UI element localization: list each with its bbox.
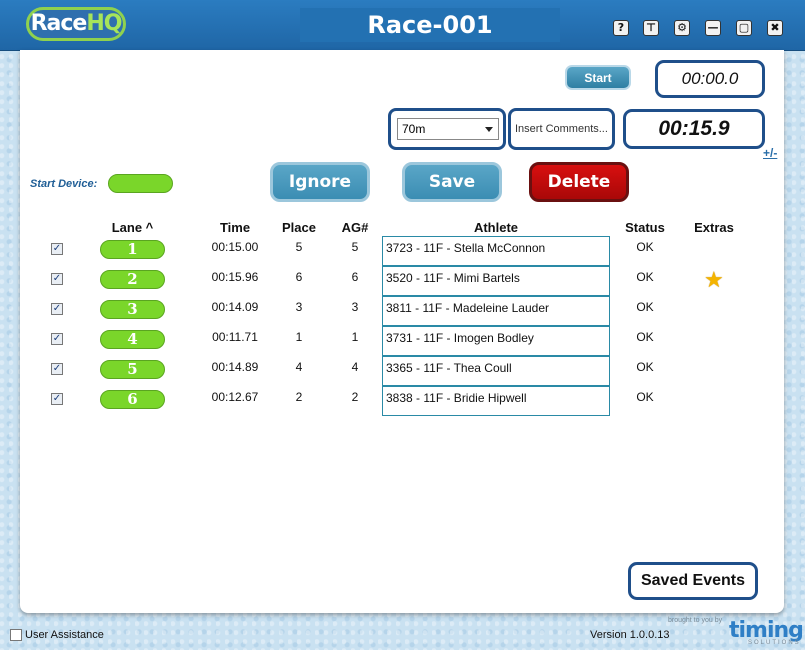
time-cell: 00:14.89 bbox=[211, 360, 259, 374]
column-header-extras: Extras bbox=[694, 220, 734, 235]
column-header-athlete: Athlete bbox=[473, 220, 519, 235]
gear-icon[interactable]: ⚙ bbox=[674, 20, 690, 36]
status-cell: OK bbox=[636, 270, 654, 284]
lane-badge: 3 bbox=[100, 300, 165, 319]
time-cell: 00:14.09 bbox=[211, 300, 259, 314]
distance-select[interactable]: 70m bbox=[397, 118, 499, 140]
race-timer: 00:00.0 bbox=[655, 60, 765, 98]
brought-by-label: brought to you by bbox=[668, 617, 723, 624]
ag-cell: 1 bbox=[351, 330, 359, 344]
athlete-field[interactable]: 3365 - 11F - Thea Coull bbox=[382, 356, 610, 386]
table-row: ✓ 3 00:14.09 3 3 3811 - 11F - Madeleine … bbox=[0, 296, 805, 326]
help-icon[interactable]: ? bbox=[613, 20, 629, 36]
status-cell: OK bbox=[636, 390, 654, 404]
distance-selected-value: 70m bbox=[402, 122, 426, 136]
chevron-down-icon bbox=[485, 127, 493, 132]
place-cell: 4 bbox=[295, 360, 303, 374]
time-cell: 00:11.71 bbox=[212, 330, 258, 344]
logo-race-text: Race bbox=[30, 11, 88, 36]
user-assistance-checkbox[interactable] bbox=[10, 629, 22, 641]
ag-cell: 3 bbox=[351, 300, 359, 314]
user-assistance-label: User Assistance bbox=[25, 629, 104, 641]
status-cell: OK bbox=[636, 300, 654, 314]
place-cell: 6 bbox=[295, 270, 303, 284]
delete-button[interactable]: Delete bbox=[529, 162, 629, 202]
place-cell: 5 bbox=[295, 240, 303, 254]
time-cell: 00:12.67 bbox=[211, 390, 259, 404]
lane-badge: 5 bbox=[100, 360, 165, 379]
athlete-field[interactable]: 3731 - 11F - Imogen Bodley bbox=[382, 326, 610, 356]
status-cell: OK bbox=[636, 360, 654, 374]
start-button[interactable]: Start bbox=[565, 65, 631, 90]
save-button[interactable]: Save bbox=[402, 162, 502, 202]
ag-cell: 2 bbox=[351, 390, 359, 404]
table-row: ✓ 1 00:15.00 5 5 3723 - 11F - Stella McC… bbox=[0, 236, 805, 266]
ag-cell: 4 bbox=[351, 360, 359, 374]
row-checkbox[interactable]: ✓ bbox=[51, 273, 63, 285]
minimize-icon[interactable]: — bbox=[705, 20, 721, 36]
column-header-time: Time bbox=[219, 220, 251, 235]
time-cell: 00:15.96 bbox=[211, 270, 259, 284]
athlete-field[interactable]: 3520 - 11F - Mimi Bartels bbox=[382, 266, 610, 296]
start-device-indicator bbox=[108, 174, 173, 193]
athlete-field[interactable]: 3811 - 11F - Madeleine Lauder bbox=[382, 296, 610, 326]
row-checkbox[interactable]: ✓ bbox=[51, 333, 63, 345]
column-header-place: Place bbox=[282, 220, 316, 235]
place-cell: 2 bbox=[295, 390, 303, 404]
status-cell: OK bbox=[636, 330, 654, 344]
filter-icon[interactable]: ⊤ bbox=[643, 20, 659, 36]
athlete-field[interactable]: 3723 - 11F - Stella McConnon bbox=[382, 236, 610, 266]
ignore-button[interactable]: Ignore bbox=[270, 162, 370, 202]
table-row: ✓ 6 00:12.67 2 2 3838 - 11F - Bridie Hip… bbox=[0, 386, 805, 416]
logo-hq-text: HQ bbox=[86, 11, 122, 36]
athlete-field[interactable]: 3838 - 11F - Bridie Hipwell bbox=[382, 386, 610, 416]
column-header-status: Status bbox=[625, 220, 665, 235]
distance-select-frame: 70m bbox=[388, 108, 506, 150]
close-icon[interactable]: ✖ bbox=[767, 20, 783, 36]
time-cell: 00:15.00 bbox=[211, 240, 259, 254]
row-checkbox[interactable]: ✓ bbox=[51, 303, 63, 315]
title-bar: RaceHQ Race-001 ? ⊤ ⚙ — ▢ ✖ bbox=[0, 0, 805, 51]
column-header-ag: AG# bbox=[341, 220, 369, 235]
column-header-lane[interactable]: Lane ^ bbox=[100, 220, 165, 235]
row-checkbox[interactable]: ✓ bbox=[51, 393, 63, 405]
lane-badge: 4 bbox=[100, 330, 165, 349]
row-checkbox[interactable]: ✓ bbox=[51, 243, 63, 255]
start-device-label: Start Device: bbox=[30, 178, 98, 190]
maximize-icon[interactable]: ▢ bbox=[736, 20, 752, 36]
ag-cell: 6 bbox=[351, 270, 359, 284]
lane-badge: 6 bbox=[100, 390, 165, 409]
plus-minus-link[interactable]: +/- bbox=[763, 146, 777, 160]
star-icon[interactable]: ★ bbox=[704, 267, 724, 293]
split-timer: 00:15.9 bbox=[623, 109, 765, 149]
version-label: Version 1.0.0.13 bbox=[590, 629, 670, 641]
lane-badge: 2 bbox=[100, 270, 165, 289]
table-row: ✓ 2 00:15.96 6 6 3520 - 11F - Mimi Barte… bbox=[0, 266, 805, 296]
ag-cell: 5 bbox=[351, 240, 359, 254]
page-title: Race-001 bbox=[300, 8, 560, 42]
row-checkbox[interactable]: ✓ bbox=[51, 363, 63, 375]
racehq-logo: RaceHQ bbox=[26, 7, 126, 41]
comments-input[interactable]: Insert Comments... bbox=[508, 108, 615, 150]
place-cell: 1 bbox=[295, 330, 303, 344]
table-row: ✓ 4 00:11.71 1 1 3731 - 11F - Imogen Bod… bbox=[0, 326, 805, 356]
table-row: ✓ 5 00:14.89 4 4 3365 - 11F - Thea Coull… bbox=[0, 356, 805, 386]
status-cell: OK bbox=[636, 240, 654, 254]
saved-events-button[interactable]: Saved Events bbox=[628, 562, 758, 600]
place-cell: 3 bbox=[295, 300, 303, 314]
lane-badge: 1 bbox=[100, 240, 165, 259]
timing-logo-sub: SOLUTIONS bbox=[748, 640, 801, 646]
